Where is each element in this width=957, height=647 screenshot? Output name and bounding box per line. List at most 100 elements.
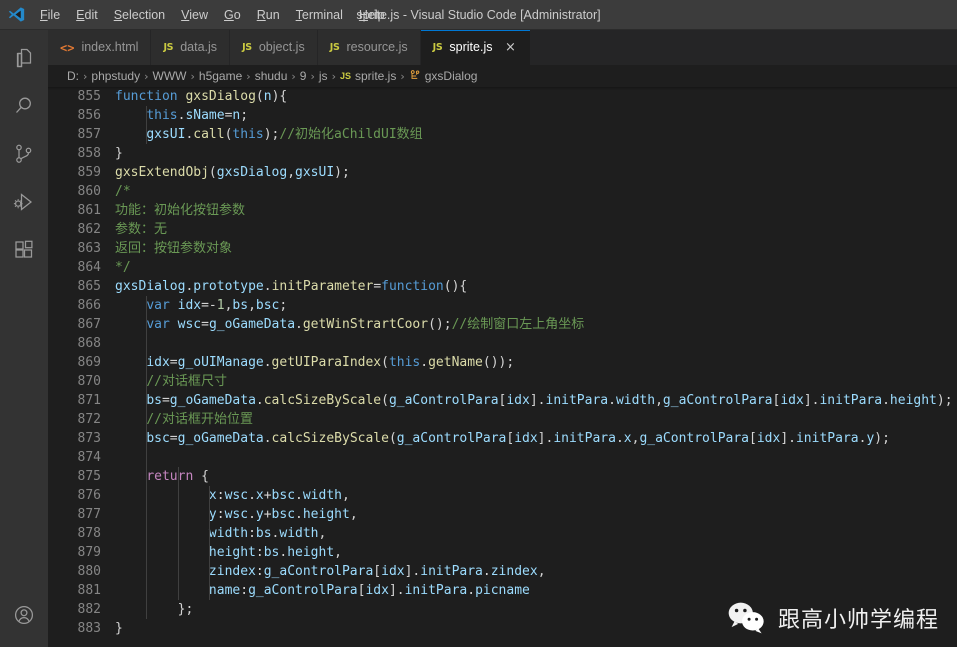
sidebar-item-accounts[interactable] <box>0 591 48 639</box>
code-content[interactable]: function gxsDialog(n){ this.sName=n; gxs… <box>115 87 957 647</box>
menu-selection[interactable]: Selection <box>106 4 173 26</box>
code-line: }; <box>115 600 957 619</box>
sidebar-item-source-control[interactable] <box>0 130 48 178</box>
code-token: : <box>248 526 256 541</box>
tab-resource-js[interactable]: JS resource.js <box>317 30 421 65</box>
menu-file-mnemonic: F <box>40 7 48 22</box>
code-token: : <box>240 583 249 598</box>
menu-view[interactable]: View <box>173 4 216 26</box>
code-token: return <box>146 469 194 484</box>
line-number: 866 <box>77 298 101 313</box>
line-number: 877 <box>77 507 101 522</box>
menu-edit[interactable]: Edit <box>68 4 106 26</box>
code-token: { <box>193 469 209 484</box>
line-number: 873 <box>77 431 101 446</box>
menu-file[interactable]: File <box>32 4 68 26</box>
code-token: g_aControlPara <box>396 431 507 446</box>
breadcrumb-item-gxsdialog[interactable]: gxsDialog <box>409 69 477 84</box>
sidebar-item-search[interactable] <box>0 82 48 130</box>
tab-sprite-js[interactable]: JS sprite.js × <box>420 30 532 65</box>
account-icon <box>12 603 36 627</box>
breadcrumb-item-h5game[interactable]: h5game <box>199 69 242 83</box>
code-token: bs <box>146 393 162 408</box>
code-token: 1 <box>216 298 225 313</box>
code-line: function gxsDialog(n){ <box>115 87 957 106</box>
close-icon[interactable]: × <box>502 40 518 56</box>
tab-data-js[interactable]: JS data.js <box>151 30 231 65</box>
code-token: function <box>381 279 444 294</box>
breadcrumb-label: h5game <box>198 69 243 83</box>
sidebar-item-explorer[interactable] <box>0 34 48 82</box>
code-token: ); <box>874 431 890 446</box>
breadcrumb-item-phpstudy[interactable]: phpstudy <box>91 69 140 83</box>
code-token: [ <box>749 431 757 446</box>
code-token: ; <box>240 108 249 123</box>
line-number: 860 <box>77 184 101 199</box>
tab-index-html[interactable]: <> index.html <box>48 30 152 65</box>
code-token: . <box>420 355 429 370</box>
breadcrumb-item-sprite-js[interactable]: JS sprite.js <box>340 69 396 83</box>
code-token: gxsDialog <box>115 279 186 294</box>
breadcrumb-item-drive[interactable]: D: <box>67 69 79 83</box>
code-token: ( <box>255 89 264 104</box>
code-token: g_aControlPara <box>263 564 374 579</box>
code-token: . <box>608 393 616 408</box>
menu-run[interactable]: Run <box>249 4 288 26</box>
code-line: gxsUI.call(this);//初始化aChildUI数组 <box>115 125 957 144</box>
code-token: g_aControlPara <box>248 583 358 598</box>
breadcrumb-item-shudu[interactable]: shudu <box>255 69 288 83</box>
code-token: g_aControlPara <box>662 393 773 408</box>
code-token: . <box>482 564 491 579</box>
extensions-icon <box>12 238 36 262</box>
code-token: prototype <box>193 279 264 294</box>
line-number: 882 <box>77 602 101 617</box>
code-token: } <box>115 621 123 636</box>
menu-help[interactable]: Help <box>351 4 393 26</box>
code-line: 功能：初始化按钮参数 <box>115 201 957 220</box>
code-token: [ <box>506 431 515 446</box>
code-token: height <box>208 545 256 560</box>
js-file-icon: JS <box>163 41 174 53</box>
breadcrumb-item-js[interactable]: js <box>319 69 328 83</box>
search-icon <box>12 94 36 118</box>
menu-bar[interactable]: File Edit Selection View Go Run Terminal… <box>32 0 393 30</box>
line-number: 863 <box>77 241 101 256</box>
code-token: var <box>146 317 170 332</box>
code-token: //初始化aChildUI数组 <box>279 127 423 142</box>
line-number: 869 <box>77 355 101 370</box>
sidebar-item-run-and-debug[interactable] <box>0 178 48 226</box>
code-token: (){ <box>443 279 468 294</box>
code-token: initParameter <box>271 279 374 294</box>
menu-go-mnemonic: G <box>224 7 234 22</box>
line-number: 857 <box>77 127 101 142</box>
menu-help-rest: elp <box>367 7 385 22</box>
code-line: name:g_aControlPara[idx].initPara.picnam… <box>115 581 957 600</box>
menu-go[interactable]: Go <box>216 4 249 26</box>
code-token: ]. <box>388 583 405 598</box>
editor-area: <> index.html JS data.js JS object.js JS… <box>48 30 957 647</box>
code-token: : <box>216 507 225 522</box>
code-token: idx <box>177 298 202 313</box>
breadcrumb-item-www[interactable]: WWW <box>153 69 187 83</box>
code-token: height <box>287 545 335 560</box>
js-file-icon: JS <box>242 41 252 53</box>
code-token: wsc <box>177 317 202 332</box>
breadcrumb-label: phpstudy <box>91 69 141 83</box>
sidebar-item-extensions[interactable] <box>0 226 48 274</box>
line-number: 861 <box>77 203 101 218</box>
code-token: ( <box>388 431 397 446</box>
line-number: 867 <box>77 317 101 332</box>
line-number: 856 <box>77 108 101 123</box>
code-editor[interactable]: 855 856 857 858 859 860 861 862 863 864 865 866 867 8… <box>48 87 957 647</box>
code-token: = <box>161 393 170 408</box>
code-line: //对话框开始位置 <box>115 410 957 429</box>
tab-object-js[interactable]: JS object.js <box>230 30 318 65</box>
menu-terminal[interactable]: Terminal <box>288 4 351 26</box>
breadcrumb-item-9[interactable]: 9 <box>300 69 307 83</box>
